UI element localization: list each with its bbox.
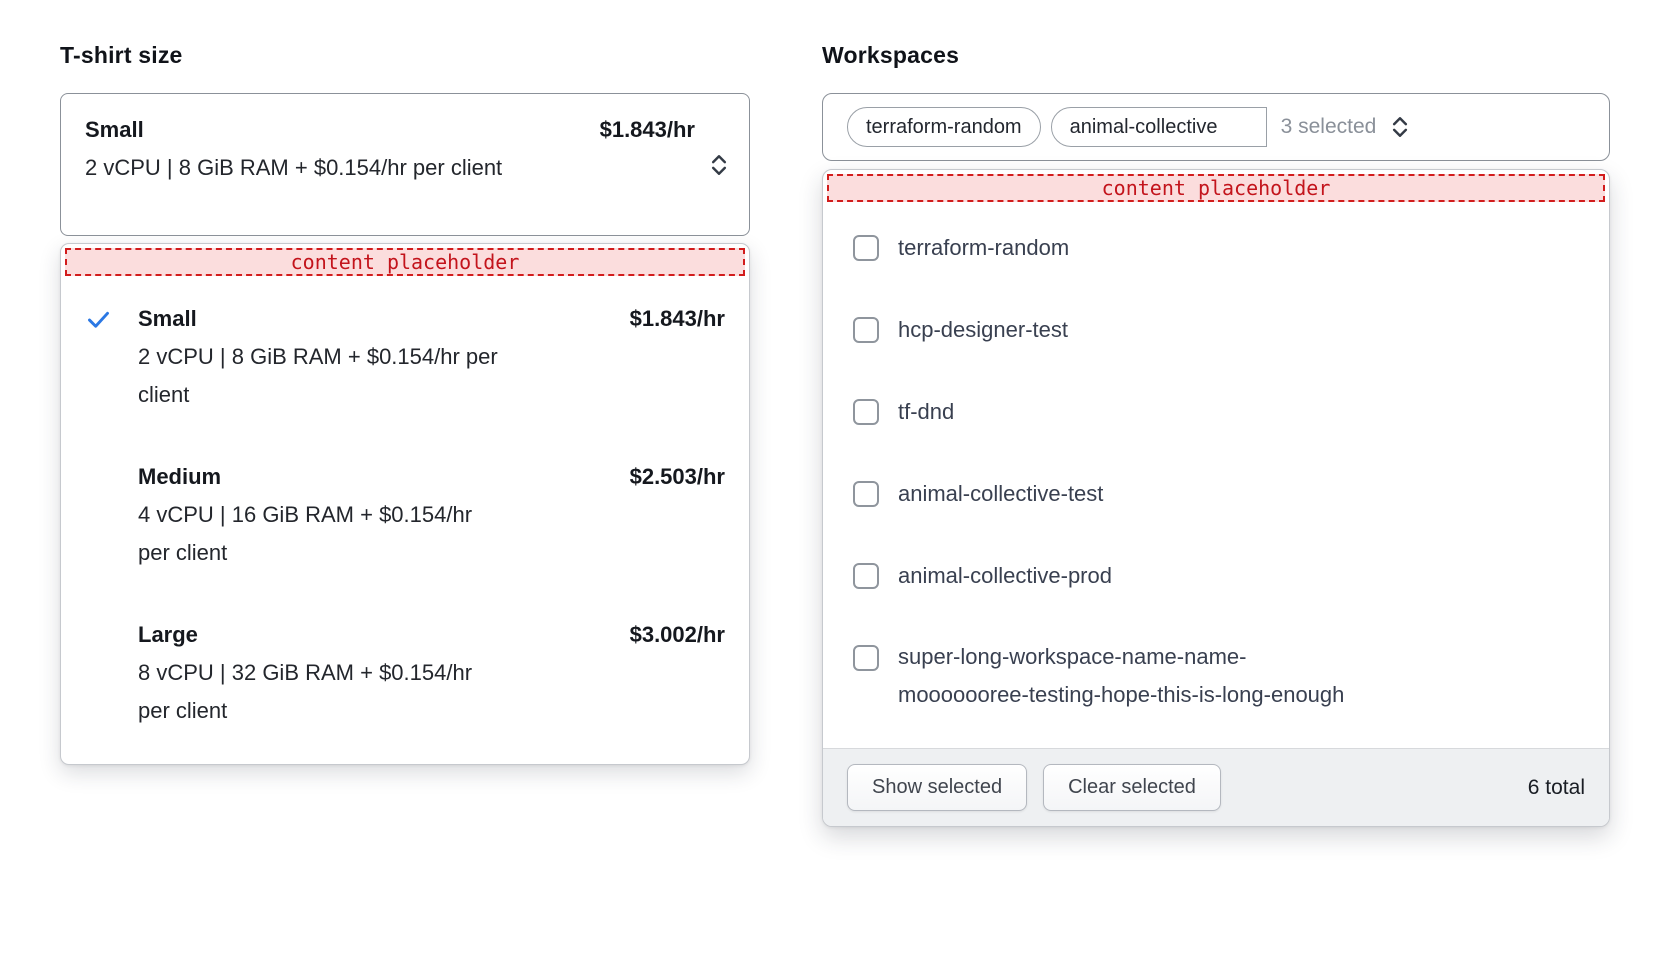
workspace-option-label-line2: mooooooree-testing-hope-this-is-long-eno… [898,676,1344,714]
size-options-list: Small 2 vCPU | 8 GiB RAM + $0.154/hr per… [61,276,749,764]
checkbox-unchecked[interactable] [853,645,879,671]
option-price: $3.002/hr [630,616,725,654]
workspace-option-label: animal-collective-test [898,474,1103,514]
workspaces-dropdown-footer: Show selected Clear selected 6 total [823,748,1609,826]
check-icon [85,300,138,333]
check-spacer [85,616,138,622]
chevron-updown-icon [1388,113,1412,141]
workspace-option-label: hcp-designer-test [898,310,1068,350]
checkbox-unchecked[interactable] [853,563,879,589]
check-spacer [85,458,138,464]
workspaces-multiselect-trigger[interactable]: terraform-random animal-collective 3 sel… [822,93,1610,161]
trigger-title-row: Small [85,111,689,149]
option-description: 4 vCPU | 16 GiB RAM + $0.154/hr per clie… [138,496,498,572]
tag-animal-collective[interactable]: animal-collective [1051,107,1267,147]
workspace-option-label: super-long-workspace-name-name- moooooor… [898,638,1344,714]
size-option-large[interactable]: Large 8 vCPU | 32 GiB RAM + $0.154/hr pe… [85,616,725,730]
checkbox-unchecked[interactable] [853,317,879,343]
workspace-option-tf-dnd[interactable]: tf-dnd [853,392,1581,432]
workspaces-options-list: terraform-random hcp-designer-test tf-dn… [823,202,1609,748]
option-description: 8 vCPU | 32 GiB RAM + $0.154/hr per clie… [138,654,498,730]
tshirt-size-dropdown: content placeholder Small 2 vCPU | 8 GiB… [60,243,750,765]
workspaces-dropdown: content placeholder terraform-random hcp… [822,169,1610,827]
selected-count-text: 3 selected [1281,115,1377,139]
selected-size-price: $1.843/hr [600,111,695,149]
content-placeholder-banner: content placeholder [65,248,745,276]
workspace-option-hcp-designer-test[interactable]: hcp-designer-test [853,310,1581,350]
checkbox-unchecked[interactable] [853,481,879,507]
workspaces-section: Workspaces terraform-random animal-colle… [822,42,1610,827]
workspace-option-animal-collective-test[interactable]: animal-collective-test [853,474,1581,514]
tshirt-size-select-trigger[interactable]: Small $1.843/hr 2 vCPU | 8 GiB RAM + $0.… [60,93,750,236]
content-placeholder-banner: content placeholder [827,174,1605,202]
workspace-option-label-line1: super-long-workspace-name-name- [898,638,1344,676]
workspace-option-super-long-name[interactable]: super-long-workspace-name-name- moooooor… [853,638,1581,714]
option-title: Small [138,300,630,338]
selected-size-title: Small [85,111,144,149]
option-title: Large [138,616,630,654]
workspaces-label: Workspaces [822,42,1610,69]
option-description: 2 vCPU | 8 GiB RAM + $0.154/hr per clien… [138,338,498,414]
show-selected-button[interactable]: Show selected [847,764,1027,811]
checkbox-unchecked[interactable] [853,235,879,261]
workspace-option-label: terraform-random [898,228,1069,268]
option-title: Medium [138,458,630,496]
selected-size-description: 2 vCPU | 8 GiB RAM + $0.154/hr per clien… [85,149,565,187]
workspace-option-label: animal-collective-prod [898,556,1112,596]
option-content: Medium 4 vCPU | 16 GiB RAM + $0.154/hr p… [138,458,630,572]
page: T-shirt size Small $1.843/hr 2 vCPU | 8 … [0,0,1672,827]
checkbox-unchecked[interactable] [853,399,879,425]
workspace-option-label: tf-dnd [898,392,954,432]
option-price: $1.843/hr [630,300,725,338]
total-count-text: 6 total [1528,776,1585,800]
size-option-medium[interactable]: Medium 4 vCPU | 16 GiB RAM + $0.154/hr p… [85,458,725,572]
option-content: Large 8 vCPU | 32 GiB RAM + $0.154/hr pe… [138,616,630,730]
option-price: $2.503/hr [630,458,725,496]
chevron-updown-icon [707,151,731,179]
workspace-option-terraform-random[interactable]: terraform-random [853,228,1581,268]
tag-terraform-random[interactable]: terraform-random [847,107,1041,147]
clear-selected-button[interactable]: Clear selected [1043,764,1221,811]
size-option-small[interactable]: Small 2 vCPU | 8 GiB RAM + $0.154/hr per… [85,300,725,414]
tshirt-size-label: T-shirt size [60,42,750,69]
tshirt-size-section: T-shirt size Small $1.843/hr 2 vCPU | 8 … [60,42,750,765]
workspace-option-animal-collective-prod[interactable]: animal-collective-prod [853,556,1581,596]
option-content: Small 2 vCPU | 8 GiB RAM + $0.154/hr per… [138,300,630,414]
